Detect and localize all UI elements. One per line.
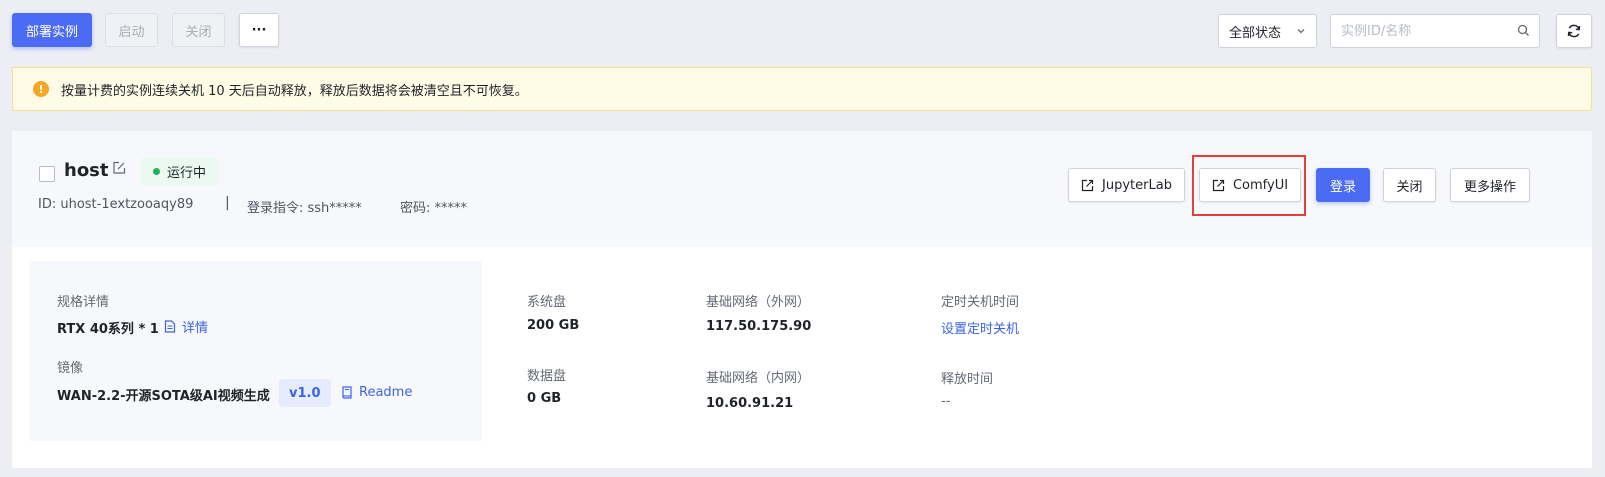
- more-actions-button[interactable]: 更多操作: [1450, 168, 1530, 202]
- spec-detail-label: 详情: [182, 321, 209, 336]
- spec-label: 规格详情: [57, 295, 110, 310]
- spec-detail-link[interactable]: 详情: [164, 317, 208, 336]
- jupyterlab-button[interactable]: JupyterLab: [1068, 168, 1185, 202]
- meta-separator: |: [225, 195, 230, 211]
- login-command: 登录指令: ssh*****: [247, 201, 362, 216]
- status-filter-value: 全部状态: [1229, 25, 1282, 41]
- external-link-icon: [1081, 179, 1094, 191]
- instance-name: host: [64, 160, 109, 181]
- image-label: 镜像: [57, 361, 84, 376]
- status-text: 运行中: [167, 165, 207, 181]
- public-ip-value: 117.50.175.90: [706, 319, 812, 334]
- auto-release-notice: ! 按量计费的实例连续关机 10 天后自动释放，释放后数据将会被清空且不可恢复。: [12, 67, 1592, 111]
- set-shutdown-link[interactable]: 设置定时关机: [941, 318, 1019, 337]
- search-input[interactable]: [1330, 14, 1540, 48]
- search-icon[interactable]: [1517, 24, 1530, 37]
- deploy-instance-button[interactable]: 部署实例: [12, 13, 92, 47]
- password: 密码: *****: [400, 201, 468, 216]
- running-dot-icon: [153, 168, 160, 175]
- image-version-badge: v1.0: [279, 379, 331, 407]
- image-value: WAN-2.2-开源SOTA级AI视频生成: [57, 389, 270, 404]
- spec-value: RTX 40系列 * 1: [57, 322, 159, 337]
- edit-icon[interactable]: [112, 161, 126, 175]
- spec-panel: [29, 261, 482, 441]
- release-time-value: --: [941, 394, 951, 409]
- refresh-button[interactable]: [1556, 14, 1592, 48]
- chevron-down-icon: [1297, 29, 1305, 34]
- instance-close-button[interactable]: 关闭: [1383, 168, 1436, 202]
- system-disk-value: 200 GB: [527, 318, 580, 333]
- instance-select-checkbox[interactable]: [39, 166, 55, 182]
- book-icon: [342, 386, 352, 399]
- comfyui-highlight-box: [1192, 155, 1306, 216]
- release-time-label: 释放时间: [941, 372, 994, 387]
- warning-icon: !: [33, 81, 49, 97]
- more-button[interactable]: ···: [239, 13, 279, 47]
- status-badge: 运行中: [141, 157, 219, 185]
- instance-id: ID: uhost-1extzooaqy89: [38, 197, 194, 212]
- jupyterlab-label: JupyterLab: [1102, 177, 1172, 193]
- notice-text: 按量计费的实例连续关机 10 天后自动释放，释放后数据将会被清空且不可恢复。: [61, 83, 528, 99]
- readme-label: Readme: [359, 385, 413, 400]
- close-button[interactable]: 关闭: [172, 13, 225, 47]
- refresh-icon: [1567, 24, 1581, 38]
- shutdown-time-label: 定时关机时间: [941, 295, 1020, 310]
- data-disk-value: 0 GB: [527, 391, 562, 406]
- login-button[interactable]: 登录: [1316, 168, 1370, 202]
- instance-card-header: host 运行中 ID: uhost-1extzooaqy89 | 登录指令: …: [12, 131, 1592, 247]
- readme-link[interactable]: Readme: [341, 385, 412, 400]
- document-icon: [164, 320, 176, 333]
- start-button[interactable]: 启动: [105, 13, 158, 47]
- data-disk-label: 数据盘: [527, 369, 567, 384]
- system-disk-label: 系统盘: [527, 295, 567, 310]
- private-network-label: 基础网络（内网）: [706, 371, 811, 386]
- status-filter-select[interactable]: 全部状态: [1218, 14, 1317, 48]
- instance-card: host 运行中 ID: uhost-1extzooaqy89 | 登录指令: …: [12, 131, 1592, 468]
- public-network-label: 基础网络（外网）: [706, 295, 811, 310]
- private-ip-value: 10.60.91.21: [706, 396, 794, 411]
